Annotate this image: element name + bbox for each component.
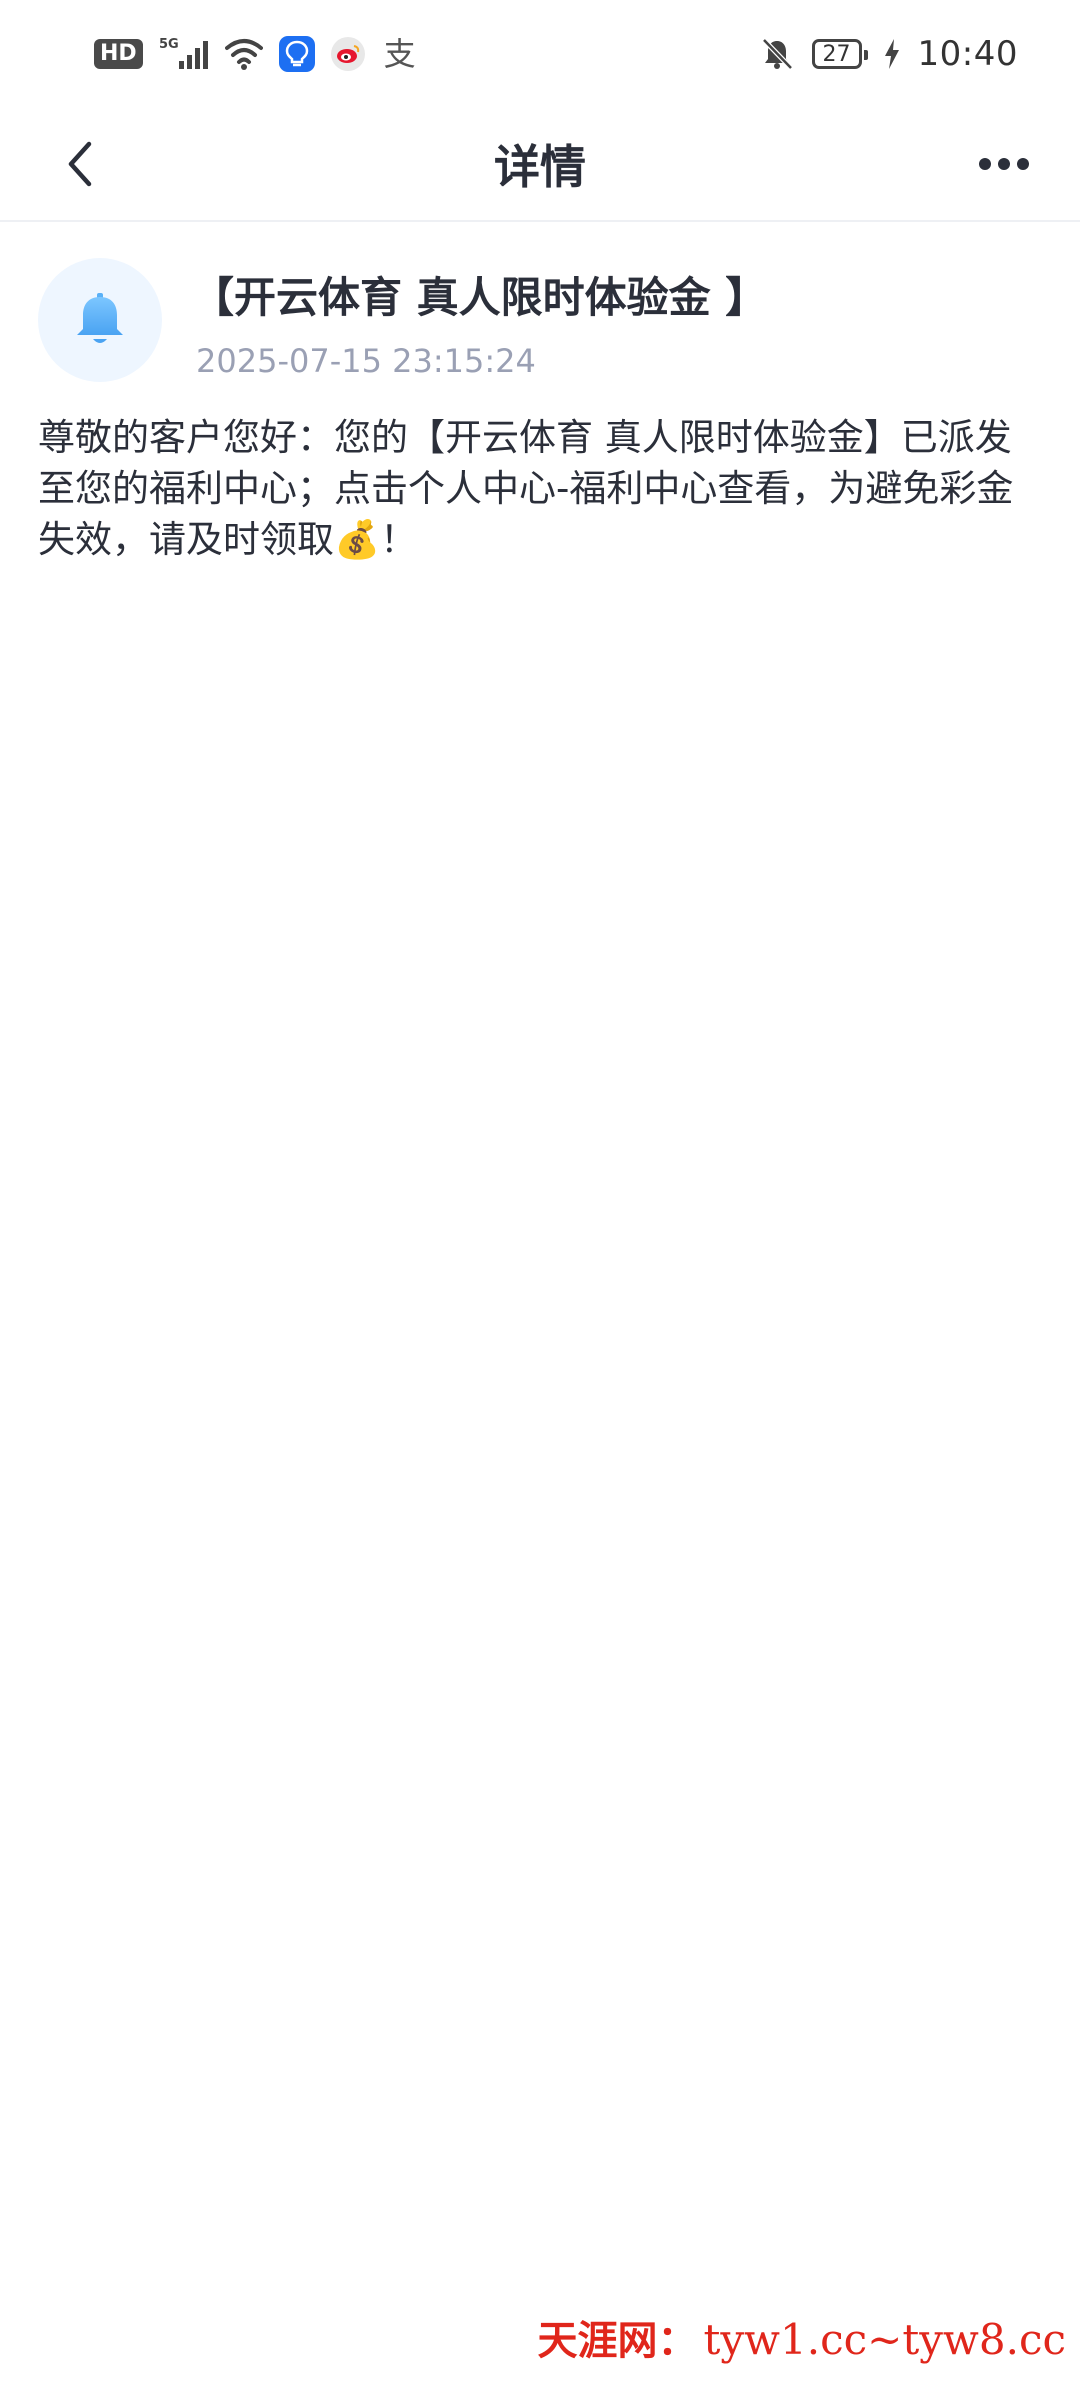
message-avatar [38,258,162,382]
charging-icon [882,35,902,73]
status-time: 10:40 [917,34,1018,74]
message-header: 【开云体育 真人限时体验金 】 2025-07-15 23:15:24 [38,258,1038,388]
more-dots-icon [979,158,1029,170]
bulb-app-icon [278,36,315,72]
battery-level: 27 [822,41,851,67]
message-time: 2025-07-15 23:15:24 [196,342,536,380]
weibo-app-icon [330,37,365,71]
signal-icon: 5G [159,35,209,73]
alipay-app-icon: 支 [383,35,416,73]
network-type-label: 5G [159,37,179,52]
status-right: 27 10:40 [758,34,1018,74]
hd-icon: HD [94,39,143,69]
battery-icon: 27 [811,39,868,69]
bell-icon [77,293,123,343]
watermark: 天涯网： tyw1.cc~tyw8.cc [537,2308,1066,2366]
status-bar: HD 5G 支 27 10:40 [0,0,1080,108]
message-body: 尊敬的客户您好：您的【开云体育 真人限时体验金】已派发至您的福利中心；点击个人中… [38,416,1014,561]
bell-muted-icon [758,35,796,73]
header: 详情 [0,108,1080,222]
more-button[interactable] [968,128,1040,200]
message-title: 【开云体育 真人限时体验金 】 [192,273,768,322]
status-left: HD 5G 支 [94,35,419,73]
page-title: 详情 [494,140,586,194]
watermark-name: 天涯网： [537,2317,698,2364]
watermark-url: tyw1.cc~tyw8.cc [703,2315,1066,2364]
wifi-icon [224,35,263,73]
